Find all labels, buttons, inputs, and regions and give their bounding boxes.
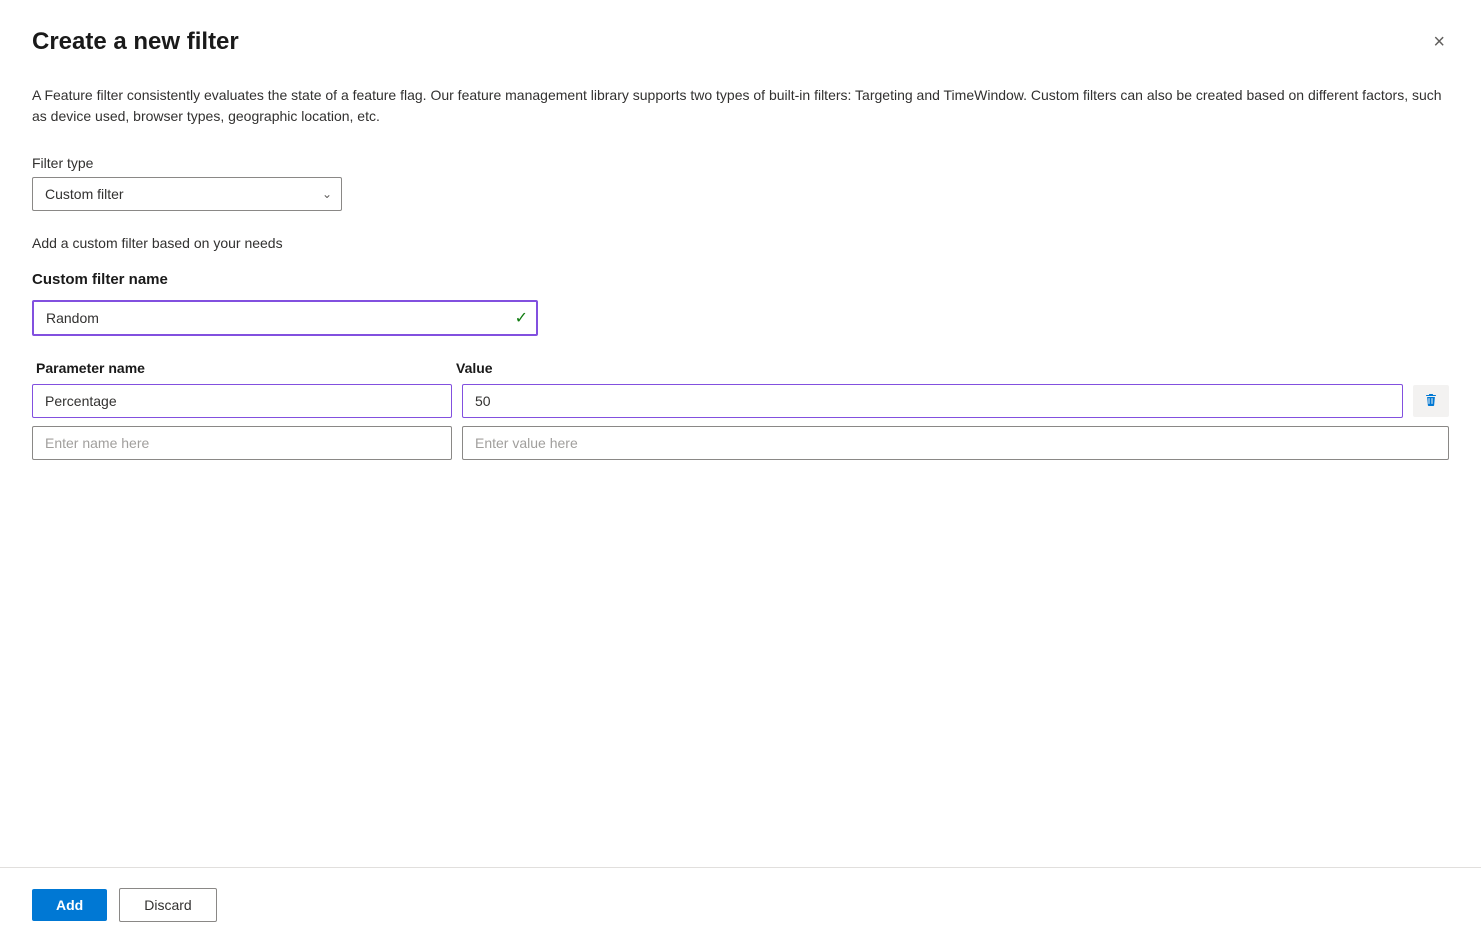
param-value-input-1[interactable] <box>462 426 1449 460</box>
dialog-title: Create a new filter <box>32 28 239 57</box>
param-name-input-1[interactable] <box>32 426 452 460</box>
param-name-column-header: Parameter name <box>32 360 452 376</box>
filter-name-wrapper: ✓ <box>32 300 538 336</box>
trash-icon <box>1423 393 1439 409</box>
filter-name-input[interactable] <box>32 300 538 336</box>
params-section: Parameter name Value <box>32 360 1449 460</box>
param-row-empty <box>32 426 1449 460</box>
close-button[interactable]: × <box>1429 28 1449 56</box>
param-name-input-0[interactable] <box>32 384 452 418</box>
delete-param-button-0[interactable] <box>1413 385 1449 417</box>
filter-type-select-wrapper: Custom filter Targeting TimeWindow ⌄ <box>32 177 342 211</box>
param-value-input-0[interactable] <box>462 384 1403 418</box>
filter-type-dropdown[interactable]: Custom filter Targeting TimeWindow <box>32 177 342 211</box>
discard-button[interactable]: Discard <box>119 888 216 922</box>
create-filter-dialog: Create a new filter × A Feature filter c… <box>0 0 1481 942</box>
dialog-header: Create a new filter × <box>32 28 1449 57</box>
filter-type-label: Filter type <box>32 155 1449 171</box>
custom-filter-name-section-title: Custom filter name <box>32 271 1449 288</box>
param-value-column-header: Value <box>452 360 1449 376</box>
param-row <box>32 384 1449 418</box>
custom-filter-description: Add a custom filter based on your needs <box>32 235 1449 251</box>
dialog-footer: Add Discard <box>0 867 1481 942</box>
add-button[interactable]: Add <box>32 889 107 921</box>
dialog-content: Create a new filter × A Feature filter c… <box>0 0 1481 867</box>
params-header: Parameter name Value <box>32 360 1449 376</box>
description-text: A Feature filter consistently evaluates … <box>32 85 1449 127</box>
